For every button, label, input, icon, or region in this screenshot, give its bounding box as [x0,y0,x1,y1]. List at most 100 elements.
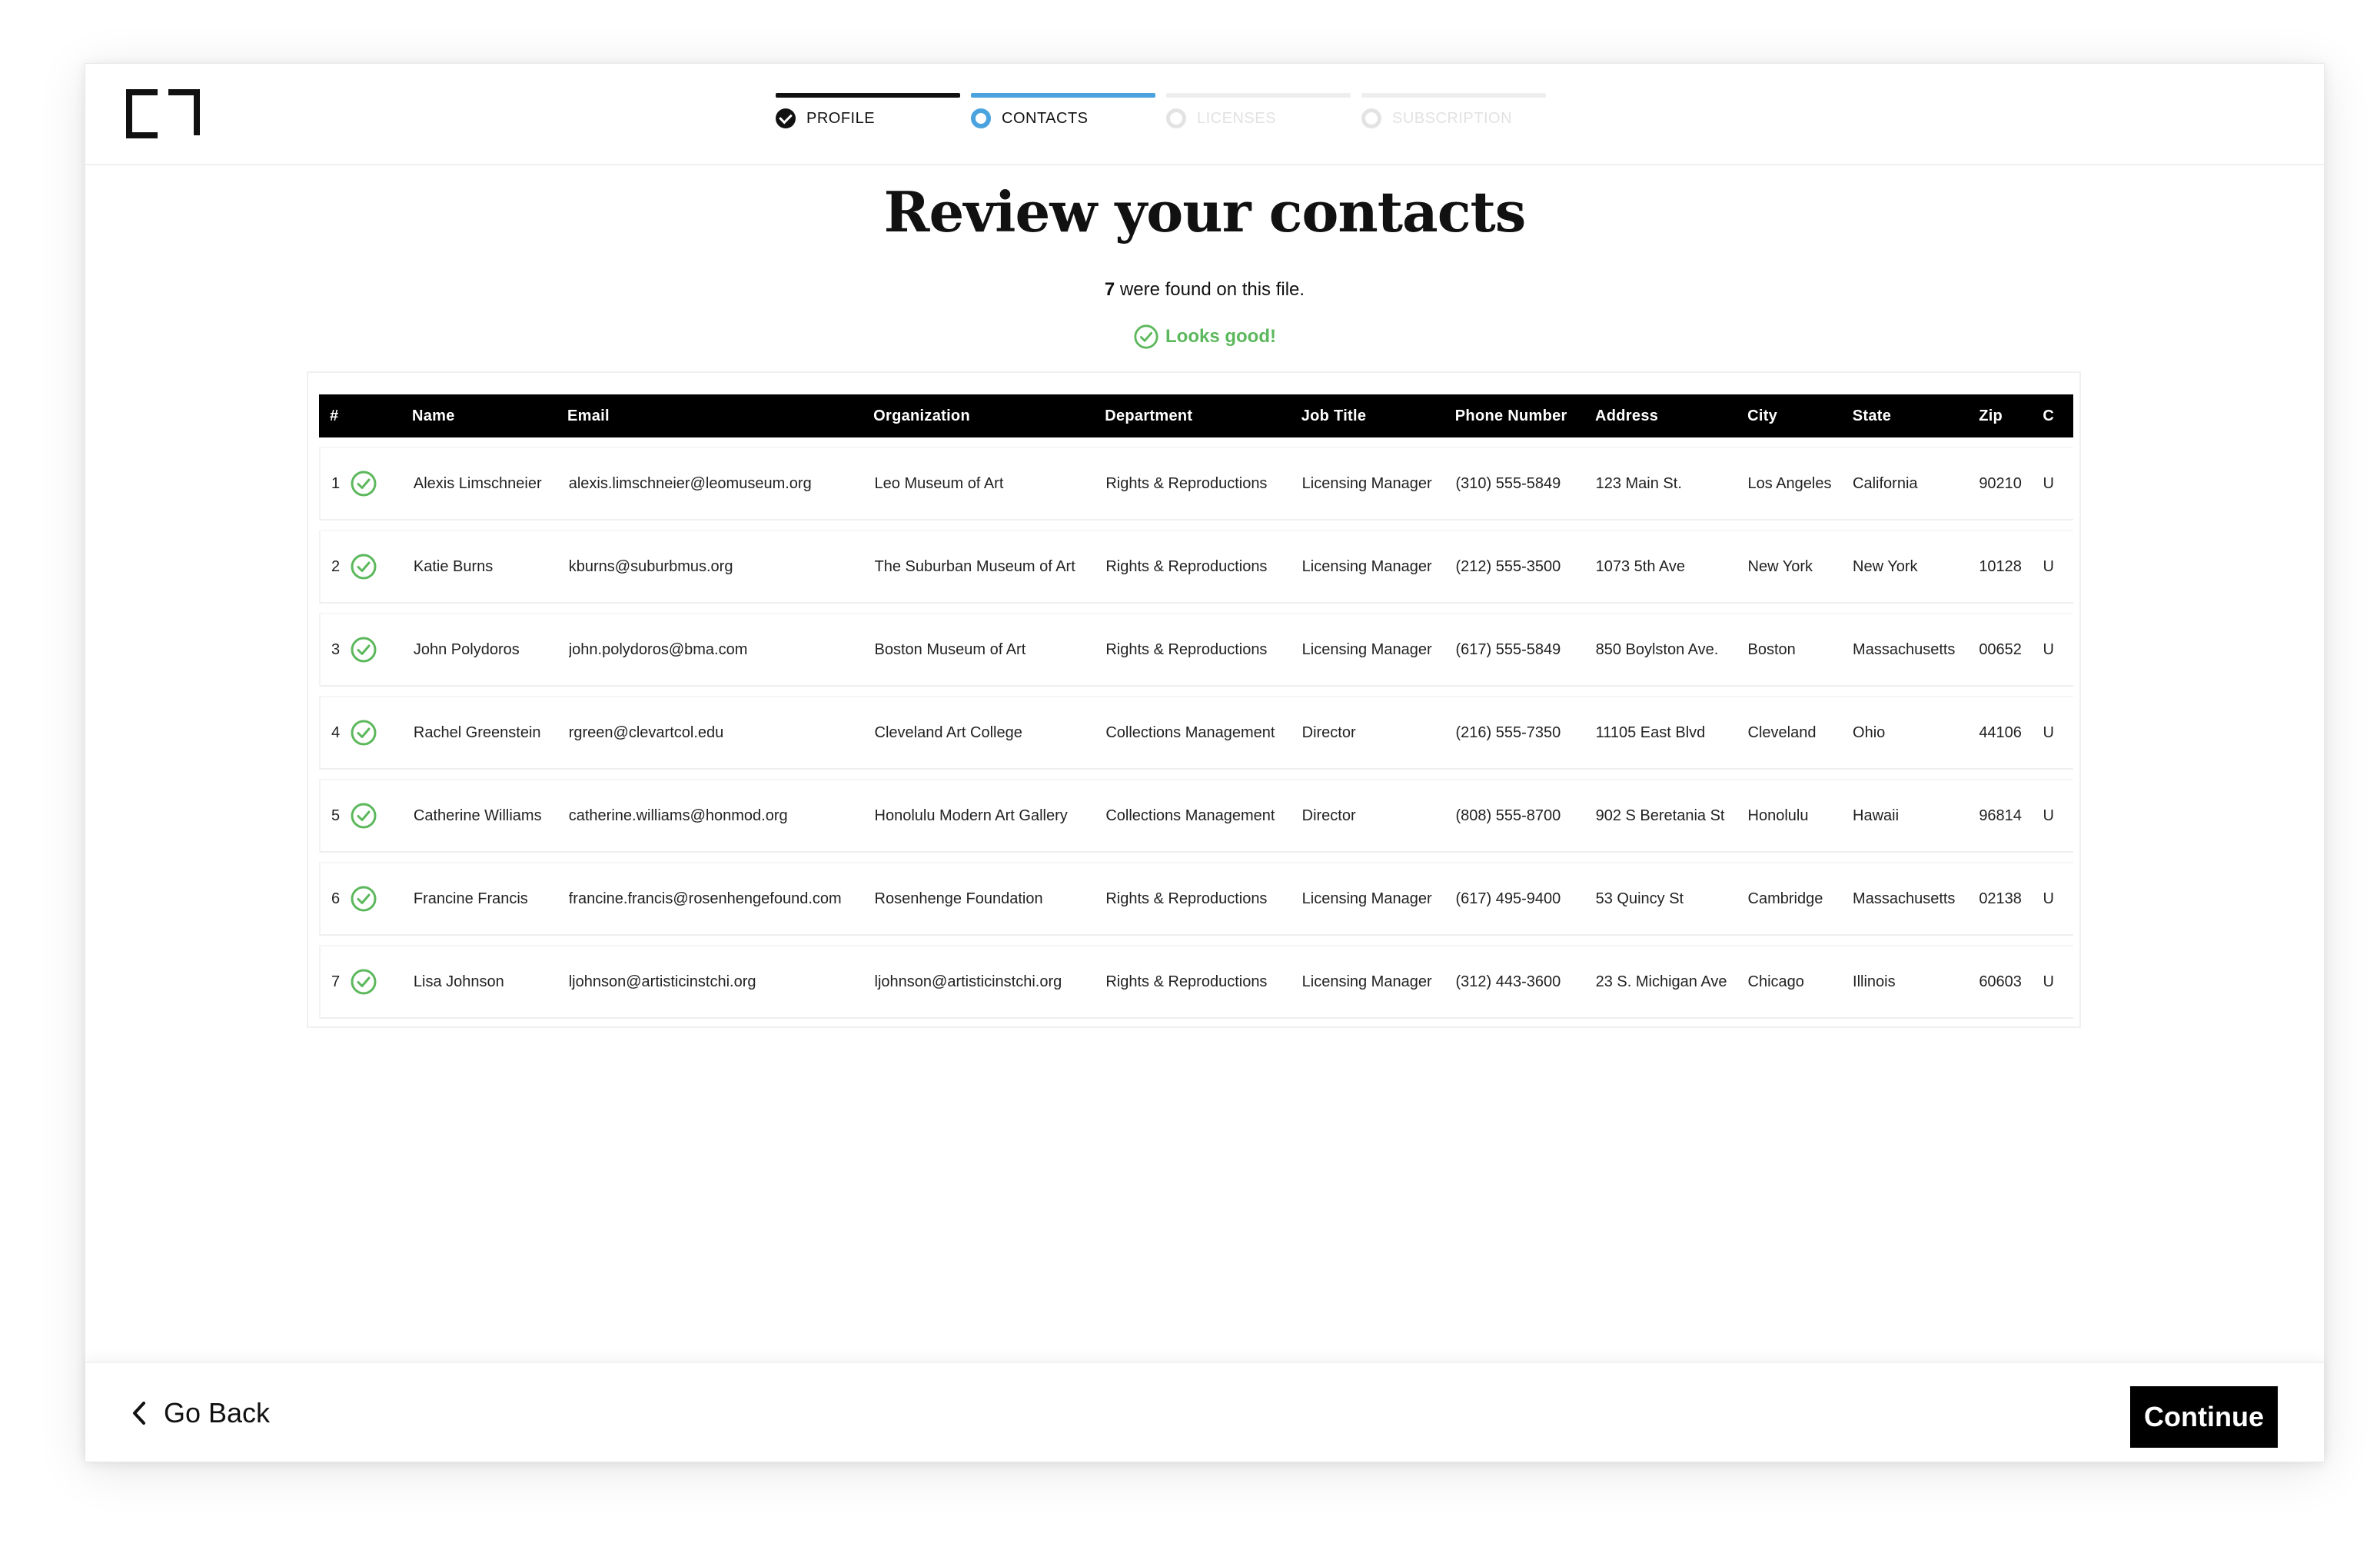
contact-address: 123 Main St. [1595,474,1682,492]
table-row[interactable]: 6 Francine Francis francine.francis@rosenh… [319,862,2073,936]
table-row[interactable]: 2 Katie Burns kburns@suburbmus.org The Subu… [319,530,2073,604]
table-body: 1 Alexis Limschneier alexis.limschneier@le… [319,447,2073,1019]
contact-state: California [1853,474,1918,492]
row-number: 7 [331,973,341,990]
contact-city: Honolulu [1747,807,1809,824]
table-row[interactable]: 5 Catherine Williams catherine.williams@ho… [319,779,2073,853]
step-subscription: SUBSCRIPTION [1361,93,1546,139]
table-row[interactable]: 3 John Polydoros john.polydoros@bma.com Bos… [319,613,2073,687]
contact-state: Ohio [1853,723,1886,741]
row-status [350,553,414,580]
contact-name: Lisa Johnson [413,973,504,990]
contact-email: rgreen@clevartcol.edu [568,723,724,741]
contact-name: Rachel Greenstein [413,723,541,741]
contact-name: John Polydoros [413,640,520,658]
continue-button[interactable]: Continue [2130,1386,2278,1448]
row-number: 3 [331,640,341,658]
contact-address: 1073 5th Ave [1595,557,1685,575]
contact-country: U [2043,890,2054,907]
contact-zip: 44106 [1979,723,2022,741]
contact-name: Catherine Williams [413,807,542,824]
column-header-address[interactable]: Address [1595,407,1747,425]
step-contacts[interactable]: CONTACTS [971,93,1155,139]
contact-country: U [2043,723,2054,741]
column-header-city[interactable]: City [1747,407,1853,425]
check-circle-icon [351,803,377,829]
validation-status: Looks good! [85,324,2324,350]
go-back-button[interactable]: Go Back [130,1397,270,1429]
contact-address: 850 Boylston Ave. [1595,640,1719,658]
contact-job-title: Licensing Manager [1301,973,1432,990]
contact-zip: 96814 [1979,807,2022,824]
contact-department: Rights & Reproductions [1105,557,1268,575]
contact-city: Los Angeles [1747,474,1832,492]
contact-state: Massachusetts [1853,890,1956,907]
contact-name: Francine Francis [413,890,528,907]
column-header-name[interactable]: Name [412,407,567,425]
column-header-organization[interactable]: Organization [873,407,1105,425]
contact-email: francine.francis@rosenhengefound.com [568,890,842,907]
check-circle-icon [351,886,377,912]
column-header-email[interactable]: Email [567,407,873,425]
step-label: LICENSES [1197,109,1276,127]
contact-organization: The Suburban Museum of Art [874,557,1075,575]
contact-state: New York [1853,557,1918,575]
check-circle-icon [351,637,377,663]
table-row[interactable]: 4 Rachel Greenstein rgreen@clevartcol.edu C… [319,696,2073,770]
table-row[interactable]: 7 Lisa Johnson ljohnson@artisticinstchi.or… [319,945,2073,1019]
contact-phone: (808) 555-8700 [1455,807,1561,824]
row-status [350,636,414,664]
contact-organization: Leo Museum of Art [874,474,1004,492]
step-active-icon [971,108,991,128]
column-header-job-title[interactable]: Job Title [1301,407,1455,425]
contact-address: 53 Quincy St [1595,890,1684,907]
column-header-country[interactable]: C [2043,407,2073,425]
check-circle-icon [1134,324,1158,349]
contact-email: kburns@suburbmus.org [568,557,733,575]
contact-city: Cambridge [1747,890,1823,907]
contact-state: Massachusetts [1853,640,1956,658]
column-header-number[interactable]: # [319,407,348,425]
contact-zip: 10128 [1979,557,2022,575]
column-header-department[interactable]: Department [1105,407,1301,425]
contact-address: 902 S Beretania St [1595,807,1725,824]
header: PROFILE CONTACTS LICENSES SUBSCRIPTION [85,64,2324,165]
row-status [350,470,414,497]
step-licenses: LICENSES [1166,93,1351,139]
row-number: 6 [331,890,341,907]
contact-department: Rights & Reproductions [1105,973,1268,990]
row-status [350,802,414,830]
step-bar [971,93,1155,98]
table-row[interactable]: 1 Alexis Limschneier alexis.limschneier@le… [319,447,2073,521]
contact-email: alexis.limschneier@leomuseum.org [568,474,812,492]
column-header-state[interactable]: State [1853,407,1979,425]
contact-department: Rights & Reproductions [1105,640,1268,658]
contact-zip: 00652 [1979,640,2022,658]
contact-city: Cleveland [1747,723,1817,741]
progress-stepper: PROFILE CONTACTS LICENSES SUBSCRIPTION [776,93,1546,139]
contact-zip: 02138 [1979,890,2022,907]
step-profile[interactable]: PROFILE [776,93,960,139]
logo-icon[interactable] [125,88,201,139]
contact-address: 23 S. Michigan Ave [1595,973,1727,990]
contact-city: Boston [1747,640,1796,658]
contact-department: Rights & Reproductions [1105,474,1268,492]
chevron-left-icon [133,1402,145,1425]
contact-department: Rights & Reproductions [1105,890,1268,907]
page-title: Review your contacts [883,179,1527,244]
contact-organization: Rosenhenge Foundation [874,890,1043,907]
contact-name: Katie Burns [413,557,494,575]
contact-job-title: Licensing Manager [1301,640,1432,658]
contact-zip: 90210 [1979,474,2022,492]
contact-email: catherine.williams@honmod.org [568,807,788,824]
contact-country: U [2043,474,2054,492]
contact-phone: (310) 555-5849 [1455,474,1561,492]
contact-organization: ljohnson@artisticinstchi.org [874,973,1062,990]
step-complete-icon [776,108,796,128]
step-bar [776,93,960,98]
column-header-zip[interactable]: Zip [1979,407,2043,425]
contact-department: Collections Management [1105,807,1275,824]
contact-phone: (216) 555-7350 [1455,723,1561,741]
column-header-phone[interactable]: Phone Number [1455,407,1595,425]
contact-job-title: Licensing Manager [1301,557,1432,575]
